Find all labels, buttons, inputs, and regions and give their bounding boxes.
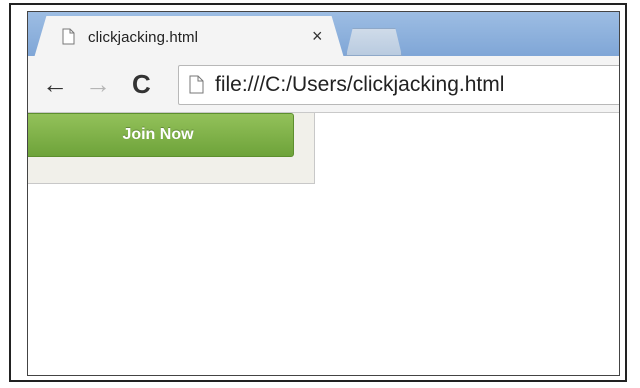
address-url: file:///C:/Users/clickjacking.html: [215, 73, 505, 96]
browser-toolbar: ← → C file:///C:/Users/clickjacking.html: [28, 56, 619, 113]
tab-title: clickjacking.html: [88, 29, 199, 46]
embedded-frame: Join Now: [28, 113, 315, 184]
reload-icon[interactable]: C: [132, 69, 151, 99]
new-tab-button[interactable]: [346, 28, 402, 56]
tab-clickjacking[interactable]: clickjacking.html ×: [34, 16, 344, 58]
back-icon[interactable]: ←: [42, 69, 68, 99]
page-icon: [189, 75, 204, 94]
forward-icon[interactable]: →: [85, 69, 111, 99]
join-now-button[interactable]: Join Now: [28, 113, 294, 157]
tab-strip: clickjacking.html ×: [28, 12, 619, 58]
page-content: Join Now: [28, 113, 619, 375]
close-icon[interactable]: ×: [312, 27, 323, 45]
browser-window: clickjacking.html × ← → C file:///C:/Use…: [27, 11, 620, 376]
address-bar[interactable]: file:///C:/Users/clickjacking.html: [178, 65, 619, 105]
page-icon: [62, 28, 75, 45]
